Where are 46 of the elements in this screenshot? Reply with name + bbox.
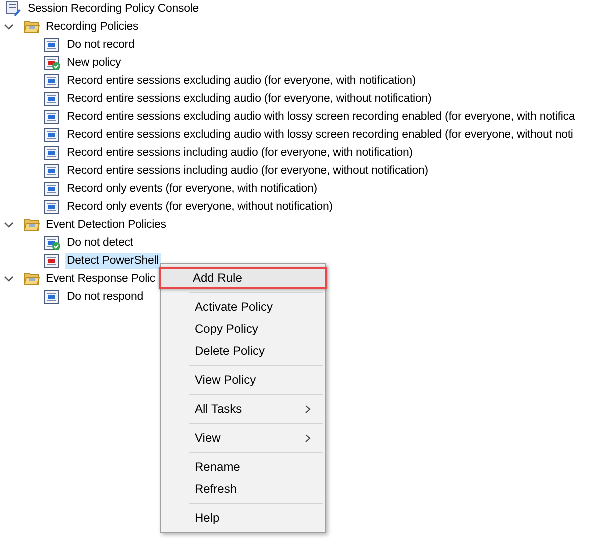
- folder-label[interactable]: Recording Policies: [44, 19, 141, 35]
- policy-item[interactable]: Do not respond: [65, 289, 146, 305]
- menu-item[interactable]: Help: [163, 507, 323, 529]
- folder-label[interactable]: Event Detection Policies: [44, 217, 168, 233]
- menu-item[interactable]: Delete Policy: [163, 340, 323, 362]
- menu-item-label: View Policy: [195, 373, 256, 387]
- menu-item[interactable]: View Policy: [163, 369, 323, 391]
- menu-item[interactable]: All Tasks: [163, 398, 323, 420]
- menu-item-label: All Tasks: [195, 402, 242, 416]
- folder-icon: [24, 272, 40, 286]
- policy-item[interactable]: Record entire sessions excluding audio (for everyone, with notification): [65, 73, 418, 89]
- menu-item-label: Rename: [195, 460, 240, 474]
- menu-item-label: Add Rule: [193, 271, 242, 285]
- folder-icon: [24, 20, 40, 34]
- chevron-right-icon: [305, 404, 311, 414]
- chevron-right-icon: [305, 434, 311, 442]
- menu-item[interactable]: Activate Policy: [163, 296, 323, 318]
- policy-item[interactable]: Record only events (for everyone, with notification): [65, 181, 320, 197]
- policy-item[interactable]: Record entire sessions excluding audio with lossy screen recording enabled (for everyone, without noti: [65, 127, 576, 143]
- menu-item-label: Copy Policy: [195, 322, 258, 336]
- policy-item[interactable]: Record entire sessions excluding audio (for everyone, without notification): [65, 91, 434, 107]
- menu-item-label: View: [195, 431, 221, 445]
- chevron-down-icon[interactable]: [4, 220, 14, 230]
- console-title[interactable]: Session Recording Policy Console: [26, 1, 201, 17]
- menu-item[interactable]: Rename: [163, 456, 323, 478]
- chevron-down-icon[interactable]: [4, 274, 14, 284]
- policy-item[interactable]: Record entire sessions excluding audio with lossy screen recording enabled (for everyone, with notifica: [65, 109, 578, 125]
- menu-item-label: Delete Policy: [195, 344, 266, 358]
- menu-item[interactable]: Add Rule: [159, 267, 327, 289]
- policy-item[interactable]: Record entire sessions including audio (for everyone, without notification): [65, 163, 430, 179]
- policy-item[interactable]: Do not detect: [65, 235, 136, 251]
- folder-icon: [24, 218, 40, 232]
- policy-item[interactable]: Record entire sessions including audio (for everyone, with notification): [65, 145, 415, 161]
- chevron-down-icon[interactable]: [4, 22, 14, 32]
- menu-item-label: Refresh: [195, 482, 238, 496]
- menu-item[interactable]: View: [163, 427, 323, 449]
- menu-item-label: Help: [195, 511, 220, 525]
- menu-item[interactable]: Refresh: [163, 478, 323, 500]
- policy-item[interactable]: Do not record: [65, 37, 137, 53]
- policy-item[interactable]: Detect PowerShell: [65, 253, 162, 269]
- folder-label[interactable]: Event Response Polic: [44, 271, 158, 287]
- policy-item[interactable]: Record only events (for everyone, without notification): [65, 199, 335, 215]
- policy-item[interactable]: New policy: [65, 55, 124, 71]
- menu-item[interactable]: Copy Policy: [163, 318, 323, 340]
- console-icon: [6, 1, 22, 17]
- menu-item-label: Activate Policy: [195, 300, 274, 314]
